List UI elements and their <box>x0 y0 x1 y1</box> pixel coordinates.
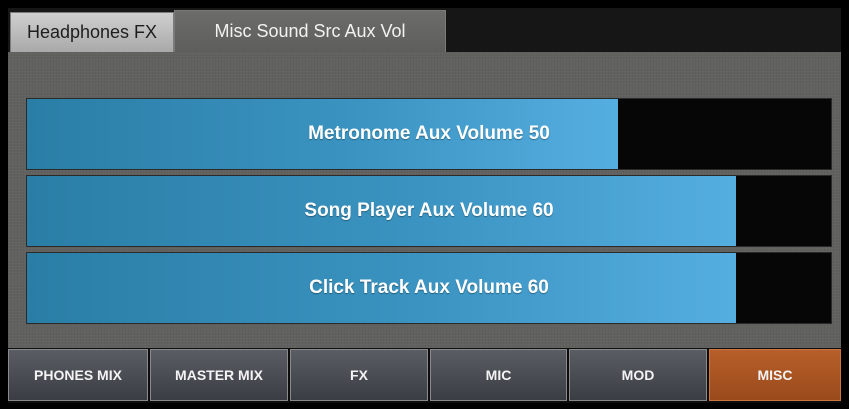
bottom-nav-bar: PHONES MIX MASTER MIX FX MIC MOD MISC <box>8 348 841 403</box>
master-mix-button[interactable]: MASTER MIX <box>150 349 288 401</box>
phones-mix-button[interactable]: PHONES MIX <box>8 349 148 401</box>
tab-bar: Headphones FX Misc Sound Src Aux Vol <box>8 8 841 52</box>
slider-label: Click Track Aux Volume 60 <box>309 277 549 298</box>
slider-label: Song Player Aux Volume 60 <box>304 200 554 221</box>
slider-label: Metronome Aux Volume 50 <box>308 123 550 144</box>
screen: Headphones FX Misc Sound Src Aux Vol Met… <box>8 8 841 403</box>
mic-button[interactable]: MIC <box>430 349 567 401</box>
aux-volume-panel: Metronome Aux Volume 50 Song Player Aux … <box>8 52 841 348</box>
tab-misc-sound-src-aux-vol[interactable]: Misc Sound Src Aux Vol <box>174 10 446 52</box>
mod-button[interactable]: MOD <box>569 349 707 401</box>
metronome-aux-volume-slider[interactable]: Metronome Aux Volume 50 <box>26 98 832 170</box>
click-track-aux-volume-slider[interactable]: Click Track Aux Volume 60 <box>26 252 832 324</box>
song-player-aux-volume-slider[interactable]: Song Player Aux Volume 60 <box>26 175 832 247</box>
tab-headphones-fx[interactable]: Headphones FX <box>10 12 174 52</box>
misc-button[interactable]: MISC <box>709 349 841 401</box>
fx-button[interactable]: FX <box>290 349 428 401</box>
